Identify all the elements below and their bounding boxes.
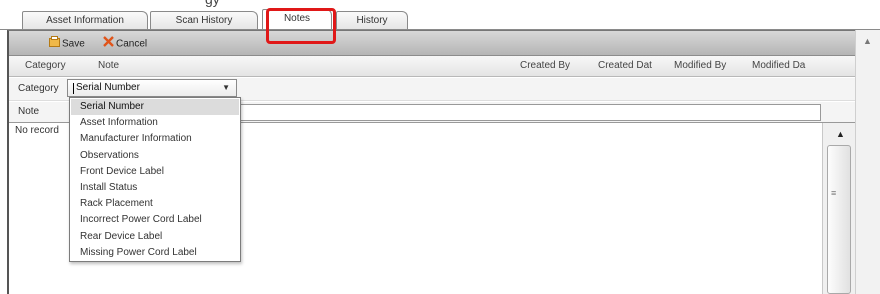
cancel-icon [103, 36, 114, 52]
tab-scan-history[interactable]: Scan History [150, 11, 258, 29]
dropdown-option[interactable]: Front Device Label [71, 164, 239, 180]
category-selected-value: Serial Number [76, 82, 140, 93]
dropdown-option[interactable]: Rear Device Label [71, 229, 239, 245]
grid-scrollbar[interactable]: ▲ ≡ [822, 123, 855, 294]
dropdown-option[interactable]: Manufacturer Information [71, 131, 239, 147]
save-icon [49, 36, 60, 52]
category-label: Category [18, 83, 59, 94]
dropdown-option[interactable]: Asset Information [71, 115, 239, 131]
dropdown-option[interactable]: Incorrect Power Cord Label [71, 212, 239, 228]
tab-notes[interactable]: Notes [262, 9, 332, 30]
text-caret [73, 83, 74, 94]
scroll-up-arrow-icon[interactable]: ▲ [836, 129, 845, 139]
column-modified-by[interactable]: Modified By [674, 60, 726, 71]
save-label: Save [62, 38, 85, 50]
column-created-date[interactable]: Created Dat [598, 60, 652, 71]
cancel-label: Cancel [116, 38, 148, 50]
category-select[interactable]: Serial Number ▼ [67, 79, 237, 97]
dropdown-option[interactable]: Install Status [71, 180, 239, 196]
tab-asset-information[interactable]: Asset Information [22, 11, 148, 29]
scroll-grip-icon: ≡ [831, 188, 837, 198]
outer-scrollbar[interactable]: ▲ [855, 30, 880, 294]
column-note[interactable]: Note [98, 60, 119, 71]
scroll-thumb[interactable] [827, 145, 851, 294]
dropdown-option[interactable]: Rack Placement [71, 196, 239, 212]
top-strip: gy [0, 0, 880, 8]
dropdown-option[interactable]: Missing Power Cord Label [71, 245, 239, 261]
category-dropdown-list: Serial Number Asset Information Manufactur… [69, 97, 241, 262]
note-input[interactable] [238, 104, 821, 121]
note-label: Note [18, 106, 40, 117]
dropdown-option[interactable]: Observations [71, 148, 239, 164]
column-category[interactable]: Category [25, 60, 66, 71]
toolbar: Save Cancel [9, 31, 855, 56]
scroll-up-arrow-icon[interactable]: ▲ [863, 36, 872, 46]
save-button[interactable]: Save [49, 36, 85, 50]
chevron-down-icon[interactable]: ▼ [222, 80, 230, 96]
cancel-button[interactable]: Cancel [103, 36, 147, 50]
column-modified-date[interactable]: Modified Da [752, 60, 805, 71]
column-created-by[interactable]: Created By [520, 60, 570, 71]
grid-header: Category Note Created By Created Dat Mod… [9, 56, 855, 77]
tab-history[interactable]: History [336, 11, 408, 29]
cropped-text-fragment: gy [205, 0, 220, 7]
dropdown-option[interactable]: Serial Number [71, 99, 239, 115]
tab-bar: Asset Information Scan History Notes His… [0, 8, 880, 30]
no-records-text: No record [15, 125, 59, 136]
